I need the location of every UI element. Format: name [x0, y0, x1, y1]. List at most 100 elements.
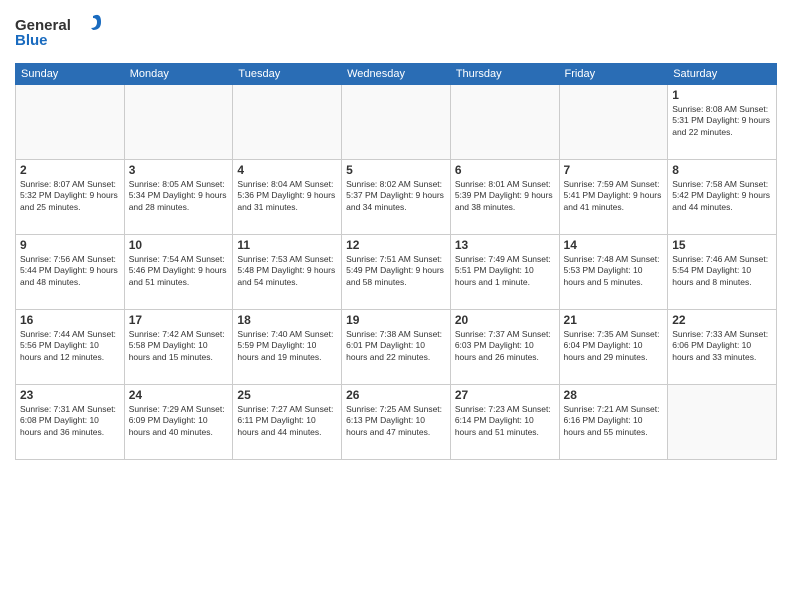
day-cell: 18 Sunrise: 7:40 AM Sunset: 5:59 PM Dayli… [233, 310, 342, 385]
day-cell: 1 Sunrise: 8:08 AM Sunset: 5:31 PM Daylig… [668, 85, 777, 160]
calendar-table: SundayMondayTuesdayWednesdayThursdayFrid… [15, 63, 777, 460]
day-info: Sunrise: 8:02 AM Sunset: 5:37 PM Dayligh… [346, 179, 446, 213]
day-info: Sunrise: 7:35 AM Sunset: 6:04 PM Dayligh… [564, 329, 664, 363]
svg-text:Blue: Blue [15, 32, 48, 49]
day-cell: 22 Sunrise: 7:33 AM Sunset: 6:06 PM Dayli… [668, 310, 777, 385]
day-info: Sunrise: 7:42 AM Sunset: 5:58 PM Dayligh… [129, 329, 229, 363]
day-number: 13 [455, 238, 555, 252]
day-cell [342, 85, 451, 160]
week-row-1: 2 Sunrise: 8:07 AM Sunset: 5:32 PM Daylig… [16, 160, 777, 235]
day-cell [124, 85, 233, 160]
day-cell: 21 Sunrise: 7:35 AM Sunset: 6:04 PM Dayli… [559, 310, 668, 385]
day-cell [16, 85, 125, 160]
day-info: Sunrise: 7:38 AM Sunset: 6:01 PM Dayligh… [346, 329, 446, 363]
day-info: Sunrise: 7:33 AM Sunset: 6:06 PM Dayligh… [672, 329, 772, 363]
day-cell [668, 385, 777, 460]
day-cell: 8 Sunrise: 7:58 AM Sunset: 5:42 PM Daylig… [668, 160, 777, 235]
day-info: Sunrise: 7:40 AM Sunset: 5:59 PM Dayligh… [237, 329, 337, 363]
day-info: Sunrise: 7:29 AM Sunset: 6:09 PM Dayligh… [129, 404, 229, 438]
day-number: 11 [237, 238, 337, 252]
weekday-saturday: Saturday [668, 64, 777, 85]
day-cell: 24 Sunrise: 7:29 AM Sunset: 6:09 PM Dayli… [124, 385, 233, 460]
day-info: Sunrise: 7:58 AM Sunset: 5:42 PM Dayligh… [672, 179, 772, 213]
day-cell: 28 Sunrise: 7:21 AM Sunset: 6:16 PM Dayli… [559, 385, 668, 460]
weekday-friday: Friday [559, 64, 668, 85]
day-number: 19 [346, 313, 446, 327]
day-cell: 23 Sunrise: 7:31 AM Sunset: 6:08 PM Dayli… [16, 385, 125, 460]
day-number: 4 [237, 163, 337, 177]
day-cell: 12Sunrise: 7:51 AM Sunset: 5:49 PM Dayli… [342, 235, 451, 310]
day-cell: 20 Sunrise: 7:37 AM Sunset: 6:03 PM Dayli… [450, 310, 559, 385]
weekday-sunday: Sunday [16, 64, 125, 85]
day-number: 25 [237, 388, 337, 402]
day-number: 24 [129, 388, 229, 402]
day-info: Sunrise: 8:05 AM Sunset: 5:34 PM Dayligh… [129, 179, 229, 213]
week-row-3: 16 Sunrise: 7:44 AM Sunset: 5:56 PM Dayli… [16, 310, 777, 385]
day-number: 22 [672, 313, 772, 327]
day-number: 16 [20, 313, 120, 327]
day-info: Sunrise: 7:56 AM Sunset: 5:44 PM Dayligh… [20, 254, 120, 288]
day-info: Sunrise: 7:49 AM Sunset: 5:51 PM Dayligh… [455, 254, 555, 288]
logo-text: General Blue [15, 10, 105, 55]
day-cell [450, 85, 559, 160]
day-number: 2 [20, 163, 120, 177]
day-number: 18 [237, 313, 337, 327]
day-number: 21 [564, 313, 664, 327]
day-cell: 19 Sunrise: 7:38 AM Sunset: 6:01 PM Dayli… [342, 310, 451, 385]
day-cell: 5 Sunrise: 8:02 AM Sunset: 5:37 PM Daylig… [342, 160, 451, 235]
day-cell: 6 Sunrise: 8:01 AM Sunset: 5:39 PM Daylig… [450, 160, 559, 235]
day-number: 7 [564, 163, 664, 177]
weekday-thursday: Thursday [450, 64, 559, 85]
day-cell: 15Sunrise: 7:46 AM Sunset: 5:54 PM Dayli… [668, 235, 777, 310]
day-cell: 4Sunrise: 8:04 AM Sunset: 5:36 PM Daylig… [233, 160, 342, 235]
day-cell [559, 85, 668, 160]
day-number: 1 [672, 88, 772, 102]
day-cell: 9 Sunrise: 7:56 AM Sunset: 5:44 PM Daylig… [16, 235, 125, 310]
week-row-2: 9 Sunrise: 7:56 AM Sunset: 5:44 PM Daylig… [16, 235, 777, 310]
day-cell: 10 Sunrise: 7:54 AM Sunset: 5:46 PM Dayli… [124, 235, 233, 310]
day-info: Sunrise: 7:53 AM Sunset: 5:48 PM Dayligh… [237, 254, 337, 288]
day-number: 17 [129, 313, 229, 327]
day-cell: 2 Sunrise: 8:07 AM Sunset: 5:32 PM Daylig… [16, 160, 125, 235]
weekday-wednesday: Wednesday [342, 64, 451, 85]
day-number: 28 [564, 388, 664, 402]
day-cell: 11 Sunrise: 7:53 AM Sunset: 5:48 PM Dayli… [233, 235, 342, 310]
day-info: Sunrise: 7:59 AM Sunset: 5:41 PM Dayligh… [564, 179, 664, 213]
day-info: Sunrise: 7:46 AM Sunset: 5:54 PM Dayligh… [672, 254, 772, 288]
day-number: 23 [20, 388, 120, 402]
day-cell [233, 85, 342, 160]
day-cell: 14 Sunrise: 7:48 AM Sunset: 5:53 PM Dayli… [559, 235, 668, 310]
day-info: Sunrise: 7:21 AM Sunset: 6:16 PM Dayligh… [564, 404, 664, 438]
day-info: Sunrise: 7:54 AM Sunset: 5:46 PM Dayligh… [129, 254, 229, 288]
day-cell: 16 Sunrise: 7:44 AM Sunset: 5:56 PM Dayli… [16, 310, 125, 385]
day-cell: 25 Sunrise: 7:27 AM Sunset: 6:11 PM Dayli… [233, 385, 342, 460]
day-cell: 13 Sunrise: 7:49 AM Sunset: 5:51 PM Dayli… [450, 235, 559, 310]
day-info: Sunrise: 7:37 AM Sunset: 6:03 PM Dayligh… [455, 329, 555, 363]
day-info: Sunrise: 7:27 AM Sunset: 6:11 PM Dayligh… [237, 404, 337, 438]
day-number: 14 [564, 238, 664, 252]
day-number: 20 [455, 313, 555, 327]
day-info: Sunrise: 8:08 AM Sunset: 5:31 PM Dayligh… [672, 104, 772, 138]
day-number: 3 [129, 163, 229, 177]
weekday-header-row: SundayMondayTuesdayWednesdayThursdayFrid… [16, 64, 777, 85]
day-info: Sunrise: 7:44 AM Sunset: 5:56 PM Dayligh… [20, 329, 120, 363]
day-number: 12 [346, 238, 446, 252]
day-number: 5 [346, 163, 446, 177]
day-number: 6 [455, 163, 555, 177]
page: General Blue SundayMondayTuesdayWednesda… [0, 0, 792, 612]
day-number: 9 [20, 238, 120, 252]
logo: General Blue [15, 10, 105, 55]
day-info: Sunrise: 7:23 AM Sunset: 6:14 PM Dayligh… [455, 404, 555, 438]
day-number: 27 [455, 388, 555, 402]
day-cell: 7 Sunrise: 7:59 AM Sunset: 5:41 PM Daylig… [559, 160, 668, 235]
day-number: 8 [672, 163, 772, 177]
week-row-4: 23 Sunrise: 7:31 AM Sunset: 6:08 PM Dayli… [16, 385, 777, 460]
day-number: 10 [129, 238, 229, 252]
day-info: Sunrise: 8:01 AM Sunset: 5:39 PM Dayligh… [455, 179, 555, 213]
day-info: Sunrise: 7:31 AM Sunset: 6:08 PM Dayligh… [20, 404, 120, 438]
day-cell: 26Sunrise: 7:25 AM Sunset: 6:13 PM Dayli… [342, 385, 451, 460]
day-info: Sunrise: 7:48 AM Sunset: 5:53 PM Dayligh… [564, 254, 664, 288]
day-info: Sunrise: 8:07 AM Sunset: 5:32 PM Dayligh… [20, 179, 120, 213]
weekday-tuesday: Tuesday [233, 64, 342, 85]
day-cell: 27 Sunrise: 7:23 AM Sunset: 6:14 PM Dayli… [450, 385, 559, 460]
